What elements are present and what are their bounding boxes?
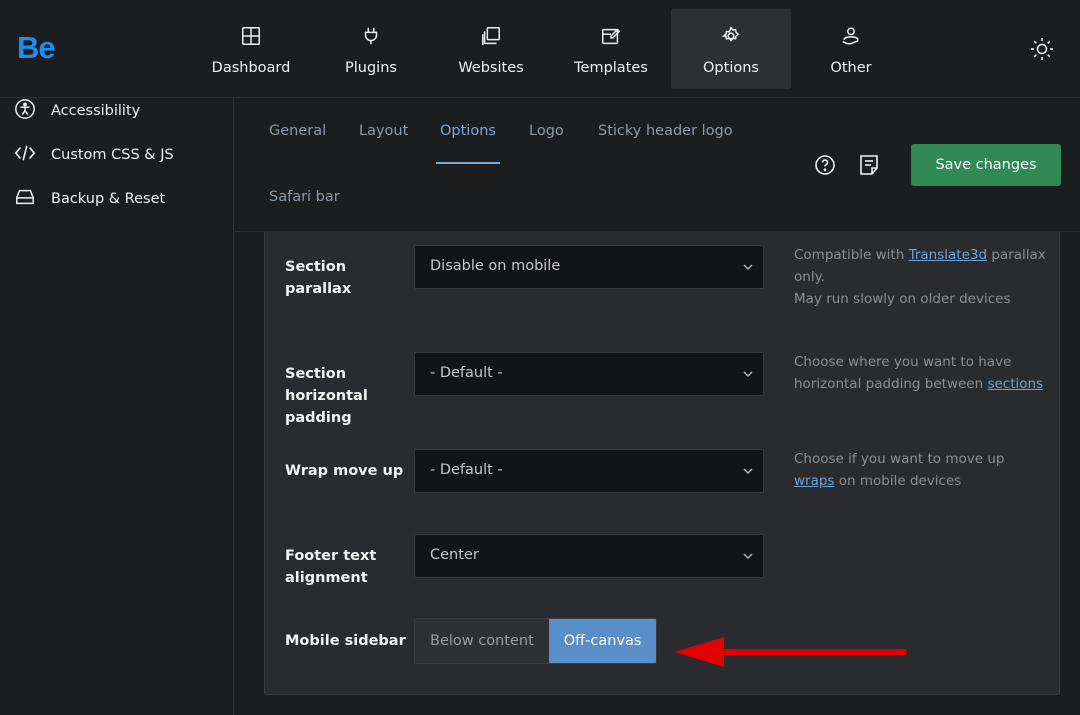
nav-dashboard-label: Dashboard — [211, 60, 291, 76]
section-padding-label: Section horizontal padding — [285, 366, 368, 426]
main-nav: Dashboard Plugins Websites Templates Opt… — [191, 9, 911, 89]
active-tab-indicator — [436, 162, 500, 164]
select-value: - Default - — [430, 365, 503, 381]
help-text: Choose where you want to have horizontal… — [794, 354, 1012, 392]
sun-icon[interactable] — [1030, 37, 1054, 61]
nav-templates[interactable]: Templates — [551, 9, 671, 89]
chevron-down-icon — [743, 371, 753, 377]
accessibility-icon — [14, 98, 36, 124]
nav-dashboard[interactable]: Dashboard — [191, 9, 311, 89]
options-header: General Layout Options Logo Sticky heade… — [235, 98, 1080, 232]
option-below-content[interactable]: Below content — [415, 619, 549, 663]
translate3d-link[interactable]: Translate3d — [909, 247, 987, 263]
nav-plugins[interactable]: Plugins — [311, 9, 431, 89]
select-value: Disable on mobile — [430, 258, 561, 274]
wrap-move-up-label: Wrap move up — [285, 463, 404, 479]
sidebar-item-label: Accessibility — [51, 103, 141, 119]
chevron-down-icon — [743, 468, 753, 474]
wrap-move-up-help: Choose if you want to move up wraps on m… — [794, 448, 1034, 492]
select-value: Center — [430, 547, 479, 563]
help-text: Compatible with — [794, 247, 909, 263]
gear-icon — [720, 25, 742, 51]
settings-panel: Section parallax Disable on mobile Compa… — [264, 232, 1060, 695]
help-text: May run slowly on older devices — [794, 291, 1011, 307]
wraps-link[interactable]: wraps — [794, 473, 834, 489]
nav-websites-label: Websites — [458, 60, 524, 76]
option-off-canvas[interactable]: Off-canvas — [548, 619, 657, 663]
sidebar-item-accessibility[interactable]: Accessibility — [14, 98, 140, 124]
sidebar-item-custom-css-js[interactable]: Custom CSS & JS — [14, 142, 174, 168]
mobile-sidebar-label: Mobile sidebar — [285, 633, 406, 649]
tab-safari-bar[interactable]: Safari bar — [269, 189, 340, 205]
sidebar-item-label: Custom CSS & JS — [51, 147, 174, 163]
nav-plugins-label: Plugins — [345, 60, 397, 76]
websites-icon — [480, 25, 502, 51]
annotation-arrow — [674, 637, 907, 667]
user-hand-icon — [840, 25, 862, 51]
plug-icon — [360, 25, 382, 51]
notes-icon[interactable] — [857, 153, 881, 177]
nav-options[interactable]: Options — [671, 9, 791, 89]
nav-other[interactable]: Other — [791, 9, 911, 89]
section-padding-select[interactable]: - Default - — [414, 352, 764, 396]
sidebar-item-label: Backup & Reset — [51, 191, 166, 207]
dashboard-icon — [240, 25, 262, 51]
wrap-move-up-select[interactable]: - Default - — [414, 449, 764, 493]
help-text: Choose if you want to move up — [794, 451, 1005, 467]
nav-options-label: Options — [703, 60, 759, 76]
chevron-down-icon — [743, 264, 753, 270]
tab-logo[interactable]: Logo — [529, 123, 564, 139]
footer-align-select[interactable]: Center — [414, 534, 764, 578]
app-logo[interactable]: Be — [17, 30, 56, 66]
top-bar: Be Dashboard Plugins Websites Templates — [0, 0, 1080, 98]
code-icon — [14, 142, 36, 168]
help-icon[interactable] — [813, 153, 837, 177]
tab-sticky-header-logo[interactable]: Sticky header logo — [598, 123, 733, 139]
drive-icon — [14, 186, 36, 212]
section-padding-help: Choose where you want to have horizontal… — [794, 351, 1054, 395]
select-value: - Default - — [430, 462, 503, 478]
templates-icon — [600, 25, 622, 51]
tab-general[interactable]: General — [269, 123, 326, 139]
chevron-down-icon — [743, 553, 753, 559]
save-button[interactable]: Save changes — [911, 144, 1061, 186]
mobile-sidebar-toggle: Below content Off-canvas — [414, 618, 658, 664]
tab-layout[interactable]: Layout — [359, 123, 408, 139]
sidebar-item-backup-reset[interactable]: Backup & Reset — [14, 186, 165, 212]
footer-align-label: Footer text alignment — [285, 548, 377, 586]
help-text: on mobile devices — [834, 473, 962, 489]
nav-templates-label: Templates — [574, 60, 648, 76]
tab-options[interactable]: Options — [440, 123, 496, 139]
sidebar: Accessibility Custom CSS & JS Backup & R… — [0, 98, 234, 715]
nav-other-label: Other — [830, 60, 872, 76]
section-parallax-help: Compatible with Translate3d parallax onl… — [794, 244, 1054, 310]
sections-link[interactable]: sections — [987, 376, 1043, 392]
nav-websites[interactable]: Websites — [431, 9, 551, 89]
section-parallax-select[interactable]: Disable on mobile — [414, 245, 764, 289]
section-parallax-label: Section parallax — [285, 259, 352, 297]
